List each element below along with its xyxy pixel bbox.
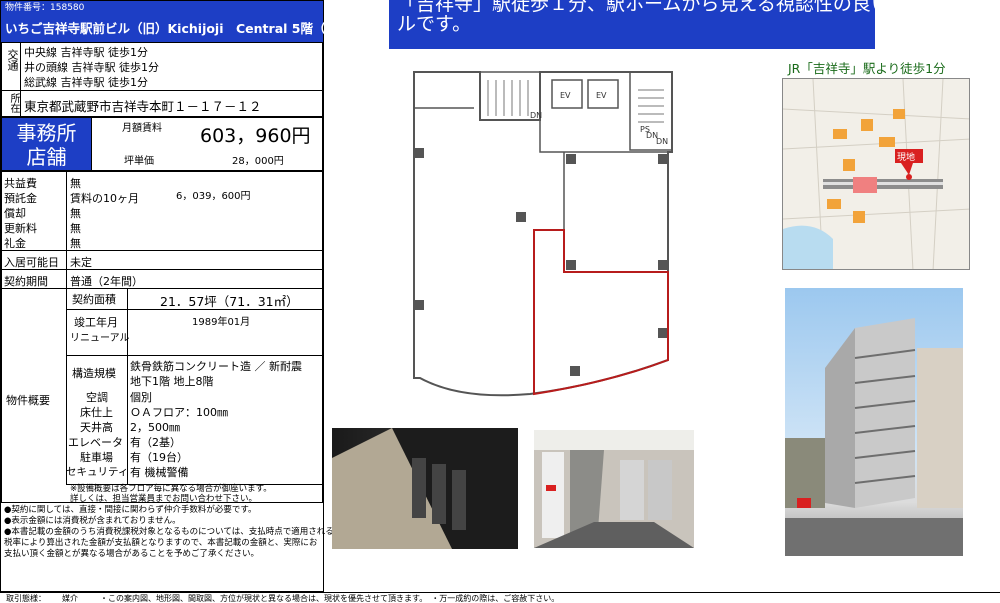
spec-label-ceiling: 天井高	[80, 421, 113, 434]
ps-label: PS	[640, 125, 650, 134]
property-no: 158580	[50, 3, 85, 13]
area-value: 21．57坪（71．31㎡）	[160, 294, 299, 309]
move-in-label: 入居可能日	[4, 256, 59, 269]
disclaimers: ●契約に関しては、直接・間接に関わらず仲介手数料が必要です。 ●表示金額には消費…	[4, 505, 334, 560]
footer-type: 媒介	[62, 594, 78, 603]
fee-label-amortization: 償却	[4, 207, 26, 220]
contract-value: 普通（2年間）	[70, 275, 143, 288]
floor-plan: EV EV DN DN PS DN	[413, 71, 673, 397]
overview-label: 物件概要	[6, 394, 50, 407]
footer-label: 取引態様：	[6, 594, 46, 603]
footer-bar: 取引態様： 媒介 ・この案内図、地形図、間取図、方位が現状と異なる場合は、現状を…	[0, 592, 1000, 603]
disclaimer-4: 税率により算出された金額が支払額となりますので、本書記載の金額と、実際にお	[4, 538, 318, 548]
address-block: 所在 東京都武蔵野市吉祥寺本町１－１７－１２	[1, 90, 323, 117]
transport-line-3: 総武線 吉祥寺駅 徒歩1分	[24, 76, 148, 89]
headline-banner: 「吉祥寺」駅徒歩１分、駅ホームから見える視認性の良いビ ルです。	[389, 0, 909, 49]
transport-block: 交通 中央線 吉祥寺駅 徒歩1分 井の頭線 吉祥寺駅 徒歩1分 総武線 吉祥寺駅…	[1, 42, 323, 91]
spec-value-parking: 有（19台）	[130, 451, 188, 464]
fees-block: 共益費 無 預託金 賃料の10ヶ月 6，039，600円 償却 無 更新料 無 …	[1, 171, 323, 251]
monthly-rent-label: 月額賃料	[122, 123, 162, 134]
contract-label: 契約期間	[4, 275, 48, 288]
property-no-label: 物件番号：	[5, 3, 51, 13]
usage-box: 事務所 店舗	[1, 117, 92, 171]
dn-label-3: DN	[656, 137, 668, 146]
spec-value-elevator: 有（2基）	[130, 436, 181, 449]
fee-value-keymoney: 無	[70, 237, 81, 250]
transport-label: 交通	[6, 49, 19, 71]
rent-block: 月額賃料 603，960円 坪単価 28，000円	[91, 117, 323, 171]
building-exterior-photo	[785, 288, 963, 556]
spec-value-security: 有 機械警備	[130, 466, 189, 479]
address-label: 所在	[8, 93, 19, 113]
headline-line-1: 「吉祥寺」駅徒歩１分、駅ホームから見える視認性の良いビ	[397, 0, 909, 15]
fee-value-amortization: 無	[70, 207, 81, 220]
map-caption: JR「吉祥寺」駅より徒歩1分	[788, 61, 946, 76]
spec-label-elevator: エレベータ	[68, 436, 123, 449]
built-value: 1989年01月	[192, 317, 251, 328]
building-name: いちご吉祥寺駅前ビル（旧）Kichijoji Central 5階（501）	[5, 21, 365, 36]
property-header: 物件番号：158580 いちご吉祥寺駅前ビル（旧）Kichijoji Centr…	[1, 1, 364, 42]
area-label: 契約面積	[72, 293, 116, 306]
transport-line-2: 井の頭線 吉祥寺駅 徒歩1分	[24, 61, 159, 74]
disclaimer-3: ●本書記載の金額のうち消費税課税対象となるものについては、支払時点で適用される	[4, 527, 334, 537]
fee-label-renewal: 更新料	[4, 222, 37, 235]
spec-value-floor: ＯＡフロア：100㎜	[130, 406, 228, 419]
spec-value-ceiling: 2，500㎜	[130, 421, 180, 434]
fee-value-common: 無	[70, 177, 81, 190]
built-label: 竣工年月	[74, 316, 118, 329]
spec-label-parking: 駐車場	[80, 451, 113, 464]
move-in-block: 入居可能日 未定	[1, 250, 323, 270]
renewal-label: リニューアル	[70, 333, 130, 344]
fee-label-deposit: 預託金	[4, 192, 37, 205]
spec-label-floor: 床仕上	[80, 406, 113, 419]
disclaimer-5: 支払い頂く金額とが異なる場合があることを予めご了承ください。	[4, 549, 260, 559]
move-in-value: 未定	[70, 256, 92, 269]
usage-shop: 店舗	[26, 145, 67, 169]
usage-office: 事務所	[16, 121, 77, 145]
headline-line-2: ルです。	[397, 13, 472, 35]
address-value: 東京都武蔵野市吉祥寺本町１－１７－１２	[24, 99, 262, 114]
map-marker-label: 現地	[897, 153, 916, 163]
disclaimer-2: ●表示金額には消費税が含まれておりません。	[4, 516, 181, 526]
fee-value-renewal: 無	[70, 222, 81, 235]
disclaimer-1: ●契約に関しては、直接・間接に関わらず仲介手数料が必要です。	[4, 505, 257, 515]
spec-label-ac: 空調	[86, 391, 108, 404]
entrance-hall-photo	[332, 428, 518, 549]
area-map: 現地	[782, 78, 970, 270]
ev-label-2: EV	[596, 91, 607, 100]
fee-extra-deposit: 6，039，600円	[176, 191, 251, 202]
unit-price-label: 坪単価	[124, 156, 154, 167]
spec-value-ac: 個別	[130, 391, 152, 404]
spec-value-floors: 地下1階 地上8階	[130, 375, 214, 388]
contract-block: 契約期間 普通（2年間）	[1, 269, 323, 289]
spec-value-structure: 鉄骨鉄筋コンクリート造 ／ 新耐震	[130, 360, 302, 373]
unit-price-value: 28，000円	[232, 156, 284, 167]
dn-label-1: DN	[530, 111, 542, 120]
footer-note: ・この案内図、地形図、間取図、方位が現状と異なる場合は、現状を優先させて頂きます…	[100, 594, 560, 603]
overview-block: 物件概要 契約面積 21．57坪（71．31㎡） 竣工年月 1989年01月 リ…	[1, 288, 323, 504]
spec-label-structure: 構造規模	[72, 367, 116, 380]
fee-label-common: 共益費	[4, 177, 37, 190]
spec-label-security: セキュリティ	[66, 466, 129, 478]
monthly-rent-value: 603，960円	[200, 125, 311, 147]
transport-line-1: 中央線 吉祥寺駅 徒歩1分	[24, 46, 148, 59]
fee-value-deposit: 賃料の10ヶ月	[70, 192, 139, 205]
fee-label-keymoney: 礼金	[4, 237, 26, 250]
overview-note-2: 詳しくは、担当営業員までお問い合わせ下さい。	[70, 494, 258, 504]
elevator-lobby-photo	[534, 430, 694, 548]
ev-label-1: EV	[560, 91, 571, 100]
